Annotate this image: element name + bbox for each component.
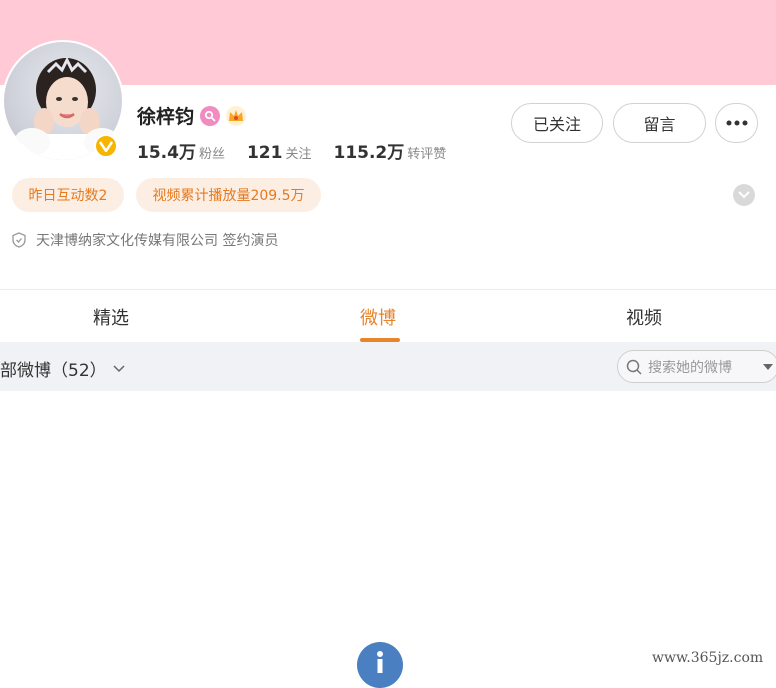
stat-label: 转评赞: [407, 147, 447, 162]
info-icon[interactable]: [357, 642, 403, 688]
filter-label: 部微博（52）: [0, 361, 107, 381]
stat-value: 121: [246, 143, 283, 163]
verified-icon: [94, 134, 118, 158]
divider: [0, 289, 776, 290]
interaction-chip[interactable]: 昨日互动数2: [12, 178, 124, 212]
stat-label: 关注: [285, 147, 312, 162]
expand-chevron-icon[interactable]: [733, 184, 755, 206]
stat-label: 粉丝: [198, 147, 225, 162]
name-row: 徐梓钧: [137, 102, 247, 129]
chevron-down-icon: [113, 364, 125, 372]
stat-value: 15.4万: [137, 143, 196, 163]
search-input[interactable]: 搜索她的微博: [617, 350, 776, 383]
stat-value: 115.2万: [333, 143, 405, 163]
message-button[interactable]: 留言: [613, 103, 706, 143]
video-plays-chip[interactable]: 视频累计播放量209.5万: [136, 178, 321, 212]
tab-weibo[interactable]: 微博: [360, 304, 396, 330]
company-info: 天津博纳家文化传媒有限公司 签约演员: [12, 230, 278, 250]
tab-featured[interactable]: 精选: [93, 304, 129, 330]
shield-icon: [12, 232, 26, 248]
weibo-filter-dropdown[interactable]: 部微博（52）: [0, 356, 125, 381]
search-icon: [626, 359, 642, 375]
stats-row: 15.4万 粉丝 121 关注 115.2万 转评赞: [137, 138, 446, 163]
caret-down-icon[interactable]: [762, 363, 774, 371]
more-button[interactable]: [715, 103, 758, 143]
search-badge-icon[interactable]: [200, 105, 221, 126]
stat-following[interactable]: 121 关注: [247, 143, 312, 163]
crown-badge-icon[interactable]: [226, 105, 247, 126]
search-placeholder: 搜索她的微博: [648, 359, 732, 376]
more-dots-icon: [726, 120, 747, 126]
stat-likes[interactable]: 115.2万 转评赞: [333, 138, 446, 163]
company-text: 天津博纳家文化传媒有限公司 签约演员: [36, 233, 279, 249]
tab-video[interactable]: 视频: [626, 304, 662, 330]
following-button[interactable]: 已关注: [511, 103, 603, 143]
user-name: 徐梓钧: [137, 106, 195, 128]
watermark: www.365jz.com: [652, 650, 764, 666]
stat-followers[interactable]: 15.4万 粉丝: [137, 138, 225, 163]
